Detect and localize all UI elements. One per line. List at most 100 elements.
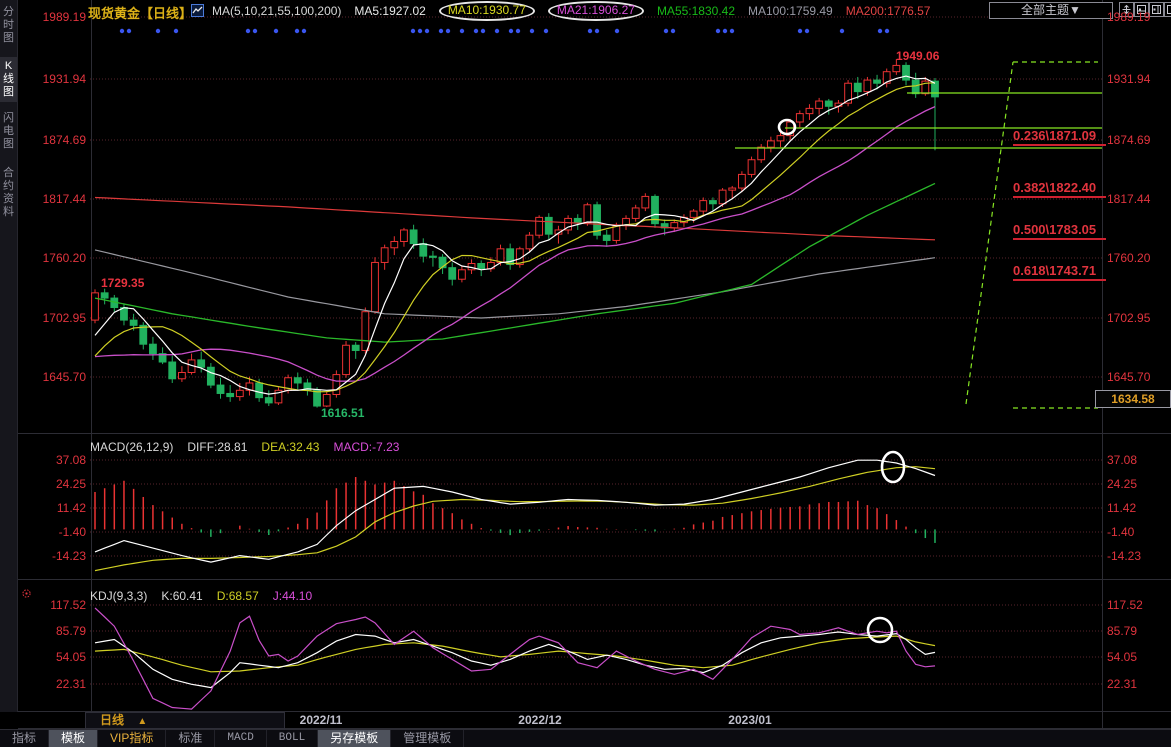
- fib-level-label[interactable]: 0.500\1783.05: [1013, 222, 1106, 240]
- indicator-toggle-icon[interactable]: [21, 586, 32, 604]
- tab-plain[interactable]: 标准: [166, 730, 215, 747]
- x-axis-date: 2022/11: [300, 713, 343, 727]
- event-dot: [460, 29, 464, 33]
- candle-body: [458, 270, 465, 279]
- event-dot: [664, 29, 668, 33]
- candle-body: [217, 385, 224, 393]
- candle-body: [738, 174, 745, 188]
- candle-body: [430, 256, 437, 257]
- candle-body: [700, 201, 707, 211]
- macd-title: MACD(26,12,9): [90, 440, 173, 454]
- candle-body: [410, 230, 417, 244]
- ma-legend-item: MA5:1927.02: [354, 4, 425, 18]
- candle-body: [401, 230, 408, 242]
- event-dot: [418, 29, 422, 33]
- tab-plain[interactable]: 管理模板: [391, 730, 464, 747]
- candle-body: [903, 65, 910, 80]
- tab-plain[interactable]: 指标: [0, 730, 49, 747]
- sidebar-item-view[interactable]: 合 约 资 料: [0, 167, 17, 219]
- triangle-up-icon: ▲: [137, 716, 147, 727]
- event-dot: [446, 29, 450, 33]
- candle-body: [265, 398, 272, 403]
- event-dot: [274, 29, 278, 33]
- axis-tick: 1817.44: [18, 192, 86, 206]
- candle-body: [92, 293, 99, 320]
- period-selector[interactable]: 日线 ▲: [85, 712, 285, 729]
- event-dot: [253, 29, 257, 33]
- axis-tick: 1931.94: [1107, 72, 1171, 86]
- event-dot: [495, 29, 499, 33]
- tab-mono[interactable]: MACD: [215, 730, 266, 747]
- event-dot: [246, 29, 250, 33]
- event-dot: [411, 29, 415, 33]
- candle-body: [777, 136, 784, 141]
- theme-dropdown-button[interactable]: 全部主题▼: [989, 2, 1113, 19]
- candle-body: [130, 320, 137, 325]
- candle-body: [767, 141, 774, 147]
- sidebar-item-view[interactable]: 闪 电 图: [0, 112, 17, 151]
- fib-level-label[interactable]: 0.236\1871.09: [1013, 128, 1106, 146]
- candle-body: [603, 235, 610, 240]
- kdj-k-line: [95, 632, 935, 688]
- mini-chart-icon[interactable]: [191, 4, 204, 22]
- candle-body: [314, 390, 321, 406]
- sidebar-item-active[interactable]: K 线 图: [0, 57, 17, 102]
- event-dot: [878, 29, 882, 33]
- tab-active[interactable]: 另存模板: [318, 730, 391, 747]
- candle-body: [140, 325, 147, 344]
- axis-tick: 24.25: [18, 477, 86, 491]
- candle-body: [806, 108, 813, 113]
- candle-body: [690, 211, 697, 217]
- event-dot: [798, 29, 802, 33]
- annotation-circle: [868, 618, 892, 642]
- axis-tick: 37.08: [18, 453, 86, 467]
- tab-active[interactable]: 模板: [49, 730, 98, 747]
- ma-legend-item: MA(5,10,21,55,100,200): [212, 4, 341, 18]
- ma200-line: [95, 198, 935, 240]
- macd-diff-value: DIFF:28.81: [187, 440, 247, 454]
- kdj-title: KDJ(9,3,3): [90, 589, 147, 603]
- candle-body: [294, 378, 301, 383]
- axis-tick: 1989.19: [18, 10, 86, 24]
- price-callout: 1616.51: [321, 406, 364, 420]
- candle-body: [323, 395, 330, 407]
- event-dot: [716, 29, 720, 33]
- candle-body: [343, 345, 350, 374]
- event-dot: [127, 29, 131, 33]
- kdj-d-line: [95, 636, 935, 672]
- x-axis-date: 2022/12: [518, 713, 561, 727]
- event-dot: [425, 29, 429, 33]
- fib-level-label[interactable]: 0.382\1822.40: [1013, 180, 1106, 198]
- candle-body: [632, 208, 639, 218]
- event-dot: [544, 29, 548, 33]
- event-dot: [730, 29, 734, 33]
- macd-value: MACD:-7.23: [333, 440, 399, 454]
- event-dot: [671, 29, 675, 33]
- tab-mono[interactable]: BOLL: [267, 730, 318, 747]
- axis-tick: 54.05: [18, 650, 86, 664]
- candle-body: [912, 80, 919, 94]
- axis-tick: 1760.20: [18, 251, 86, 265]
- axis-tick: 22.31: [1107, 677, 1171, 691]
- candle-body: [816, 101, 823, 108]
- axis-tick: 1874.69: [1107, 133, 1171, 147]
- event-dot: [615, 29, 619, 33]
- candle-body: [613, 226, 620, 241]
- axis-tick: 85.79: [1107, 624, 1171, 638]
- candle-body: [642, 196, 649, 208]
- ma10-line: [95, 83, 935, 392]
- fib-level-label[interactable]: 0.618\1743.71: [1013, 263, 1106, 281]
- sidebar-item-view[interactable]: 分 时 图: [0, 6, 17, 45]
- candle-body: [362, 312, 369, 351]
- event-dot: [588, 29, 592, 33]
- tab-vip[interactable]: VIP指标: [98, 730, 166, 747]
- ma-legend-item: MA21:1906.27: [548, 1, 644, 21]
- anchor-price-badge: 1634.58: [1095, 390, 1171, 408]
- candle-body: [150, 344, 157, 353]
- candle-body: [719, 190, 726, 204]
- chart-canvas[interactable]: [0, 0, 1171, 747]
- candle-body: [932, 81, 939, 97]
- kdj-j-line: [95, 608, 935, 709]
- sidebar: 分 时 图 K 线 图闪 电 图合 约 资 料: [0, 0, 18, 712]
- axis-tick: 1989.19: [1107, 10, 1171, 24]
